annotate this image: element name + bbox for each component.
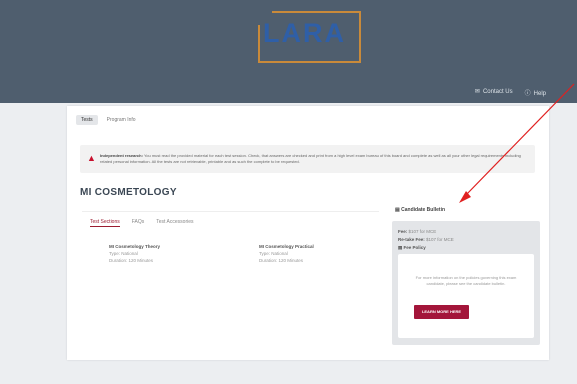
candidate-bulletin-link[interactable]: ▤ Candidate Bulletin	[395, 207, 445, 213]
main-card: Tests Program Info ▲ Independent researc…	[67, 106, 549, 360]
candidate-box: Fee: $107 for MCE Re-take Fee: $107 for …	[392, 221, 540, 345]
bulletin-message: For more information on the policies gov…	[415, 275, 517, 286]
tab-test-sections[interactable]: Test Sections	[90, 219, 120, 227]
test-duration: Duration: 120 Minutes	[109, 258, 154, 263]
top-tabs: Tests Program Info	[76, 115, 139, 125]
help-icon: ⓘ	[524, 91, 531, 97]
test-item-theory: MI Cosmetology Theory Type: National Dur…	[109, 243, 160, 264]
page-title: MI COSMETOLOGY	[80, 187, 177, 198]
document-icon: ▤	[398, 245, 403, 250]
test-item-practical: MI Cosmetology Practical Type: National …	[259, 243, 314, 264]
fee-policy-link[interactable]: ▤ Fee Policy	[398, 244, 454, 252]
mail-icon: ✉	[474, 89, 480, 95]
test-type: Type: National	[259, 251, 288, 256]
test-type: Type: National	[109, 251, 138, 256]
document-icon: ▤	[395, 207, 400, 213]
test-name: MI Cosmetology Theory	[109, 244, 161, 249]
lara-logo[interactable]: LARA	[263, 18, 346, 49]
tab-test-accessories[interactable]: Test Accessories	[156, 219, 193, 227]
sub-tabs: Test Sections FAQs Test Accessories	[90, 219, 194, 227]
test-duration: Duration: 120 Minutes	[259, 258, 304, 263]
notice-alert: ▲ Independent research: You must read th…	[80, 145, 535, 173]
help-link[interactable]: ⓘ Help	[525, 88, 546, 97]
learn-more-button[interactable]: LEARN MORE HERE	[414, 305, 469, 319]
test-name: MI Cosmetology Practical	[259, 244, 314, 249]
tab-program-info[interactable]: Program Info	[104, 115, 139, 125]
learn-more-box: For more information on the policies gov…	[398, 254, 534, 338]
tab-faqs[interactable]: FAQs	[132, 219, 145, 227]
fee-info: Fee: $107 for MCE Re-take Fee: $107 for …	[398, 229, 454, 252]
warning-icon: ▲	[87, 153, 96, 163]
site-header: LARA ✉ Contact Us ⓘ Help	[0, 0, 577, 103]
tests-panel: Test Sections FAQs Test Accessories MI C…	[82, 211, 379, 296]
contact-us-link[interactable]: ✉ Contact Us	[475, 88, 513, 97]
alert-text: Independent research: You must read the …	[100, 153, 521, 164]
tab-tests[interactable]: Tests	[76, 115, 98, 125]
header-links: ✉ Contact Us ⓘ Help	[475, 88, 546, 97]
